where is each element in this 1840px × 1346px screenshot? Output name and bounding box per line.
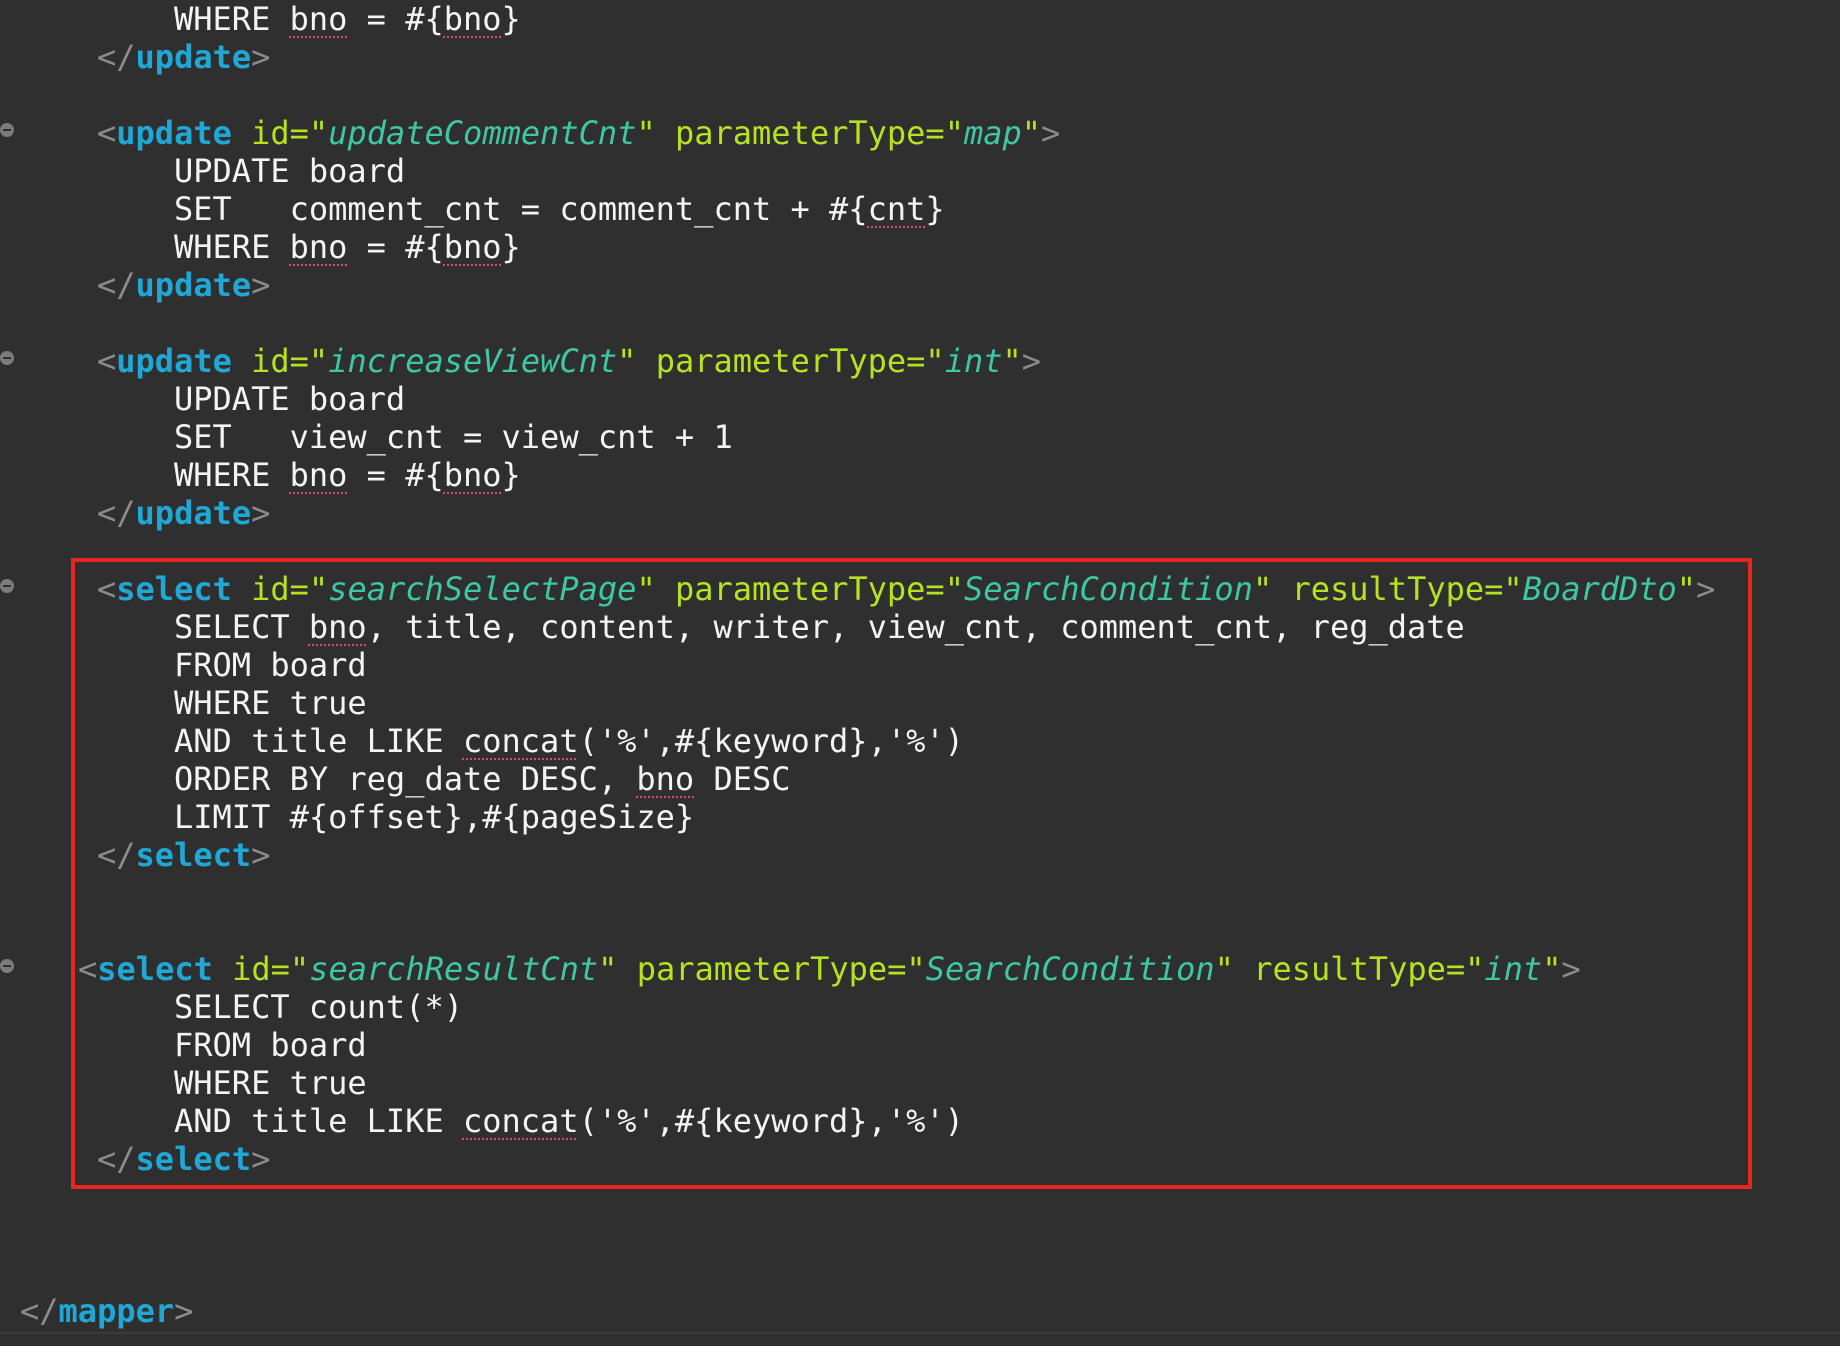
fold-toggle-icon[interactable] bbox=[0, 579, 14, 593]
code-editor[interactable]: WHERE bno = #{bno} </update> <update id=… bbox=[0, 0, 1840, 1346]
code-line: SELECT bno, title, content, writer, view… bbox=[174, 608, 1465, 646]
code-line: WHERE bno = #{bno} bbox=[174, 0, 521, 38]
code-line: </update> bbox=[97, 494, 271, 532]
code-line: ORDER BY reg_date DESC, bno DESC bbox=[174, 760, 791, 798]
code-line: </update> bbox=[97, 38, 271, 76]
code-line: <update id="increaseViewCnt" parameterTy… bbox=[97, 342, 1042, 380]
code-line: FROM board bbox=[174, 646, 367, 684]
code-line: WHERE true bbox=[174, 684, 367, 722]
code-line: AND title LIKE concat('%',#{keyword},'%'… bbox=[174, 1102, 964, 1140]
code-line: <select id="searchResultCnt" parameterTy… bbox=[78, 950, 1581, 988]
fold-toggle-icon[interactable] bbox=[0, 351, 14, 365]
code-line: <select id="searchSelectPage" parameterT… bbox=[97, 570, 1716, 608]
code-line: UPDATE board bbox=[174, 152, 406, 190]
code-line: SET view_cnt = view_cnt + 1 bbox=[174, 418, 733, 456]
code-line: </update> bbox=[97, 266, 271, 304]
code-line: LIMIT #{offset},#{pageSize} bbox=[174, 798, 695, 836]
fold-toggle-icon[interactable] bbox=[0, 959, 14, 973]
code-line: WHERE bno = #{bno} bbox=[174, 228, 521, 266]
fold-toggle-icon[interactable] bbox=[0, 123, 14, 137]
code-line: SELECT count(*) bbox=[174, 988, 463, 1026]
code-line: WHERE true bbox=[174, 1064, 367, 1102]
code-line: UPDATE board bbox=[174, 380, 406, 418]
code-line: </mapper> bbox=[20, 1292, 194, 1330]
code-line: </select> bbox=[97, 836, 271, 874]
code-line: <update id="updateCommentCnt" parameterT… bbox=[97, 114, 1061, 152]
code-line: WHERE bno = #{bno} bbox=[174, 456, 521, 494]
code-line: SET comment_cnt = comment_cnt + #{cnt} bbox=[174, 190, 945, 228]
code-line: </select> bbox=[97, 1140, 271, 1178]
editor-bottom-divider bbox=[0, 1332, 1840, 1334]
code-line: AND title LIKE concat('%',#{keyword},'%'… bbox=[174, 722, 964, 760]
code-line: FROM board bbox=[174, 1026, 367, 1064]
